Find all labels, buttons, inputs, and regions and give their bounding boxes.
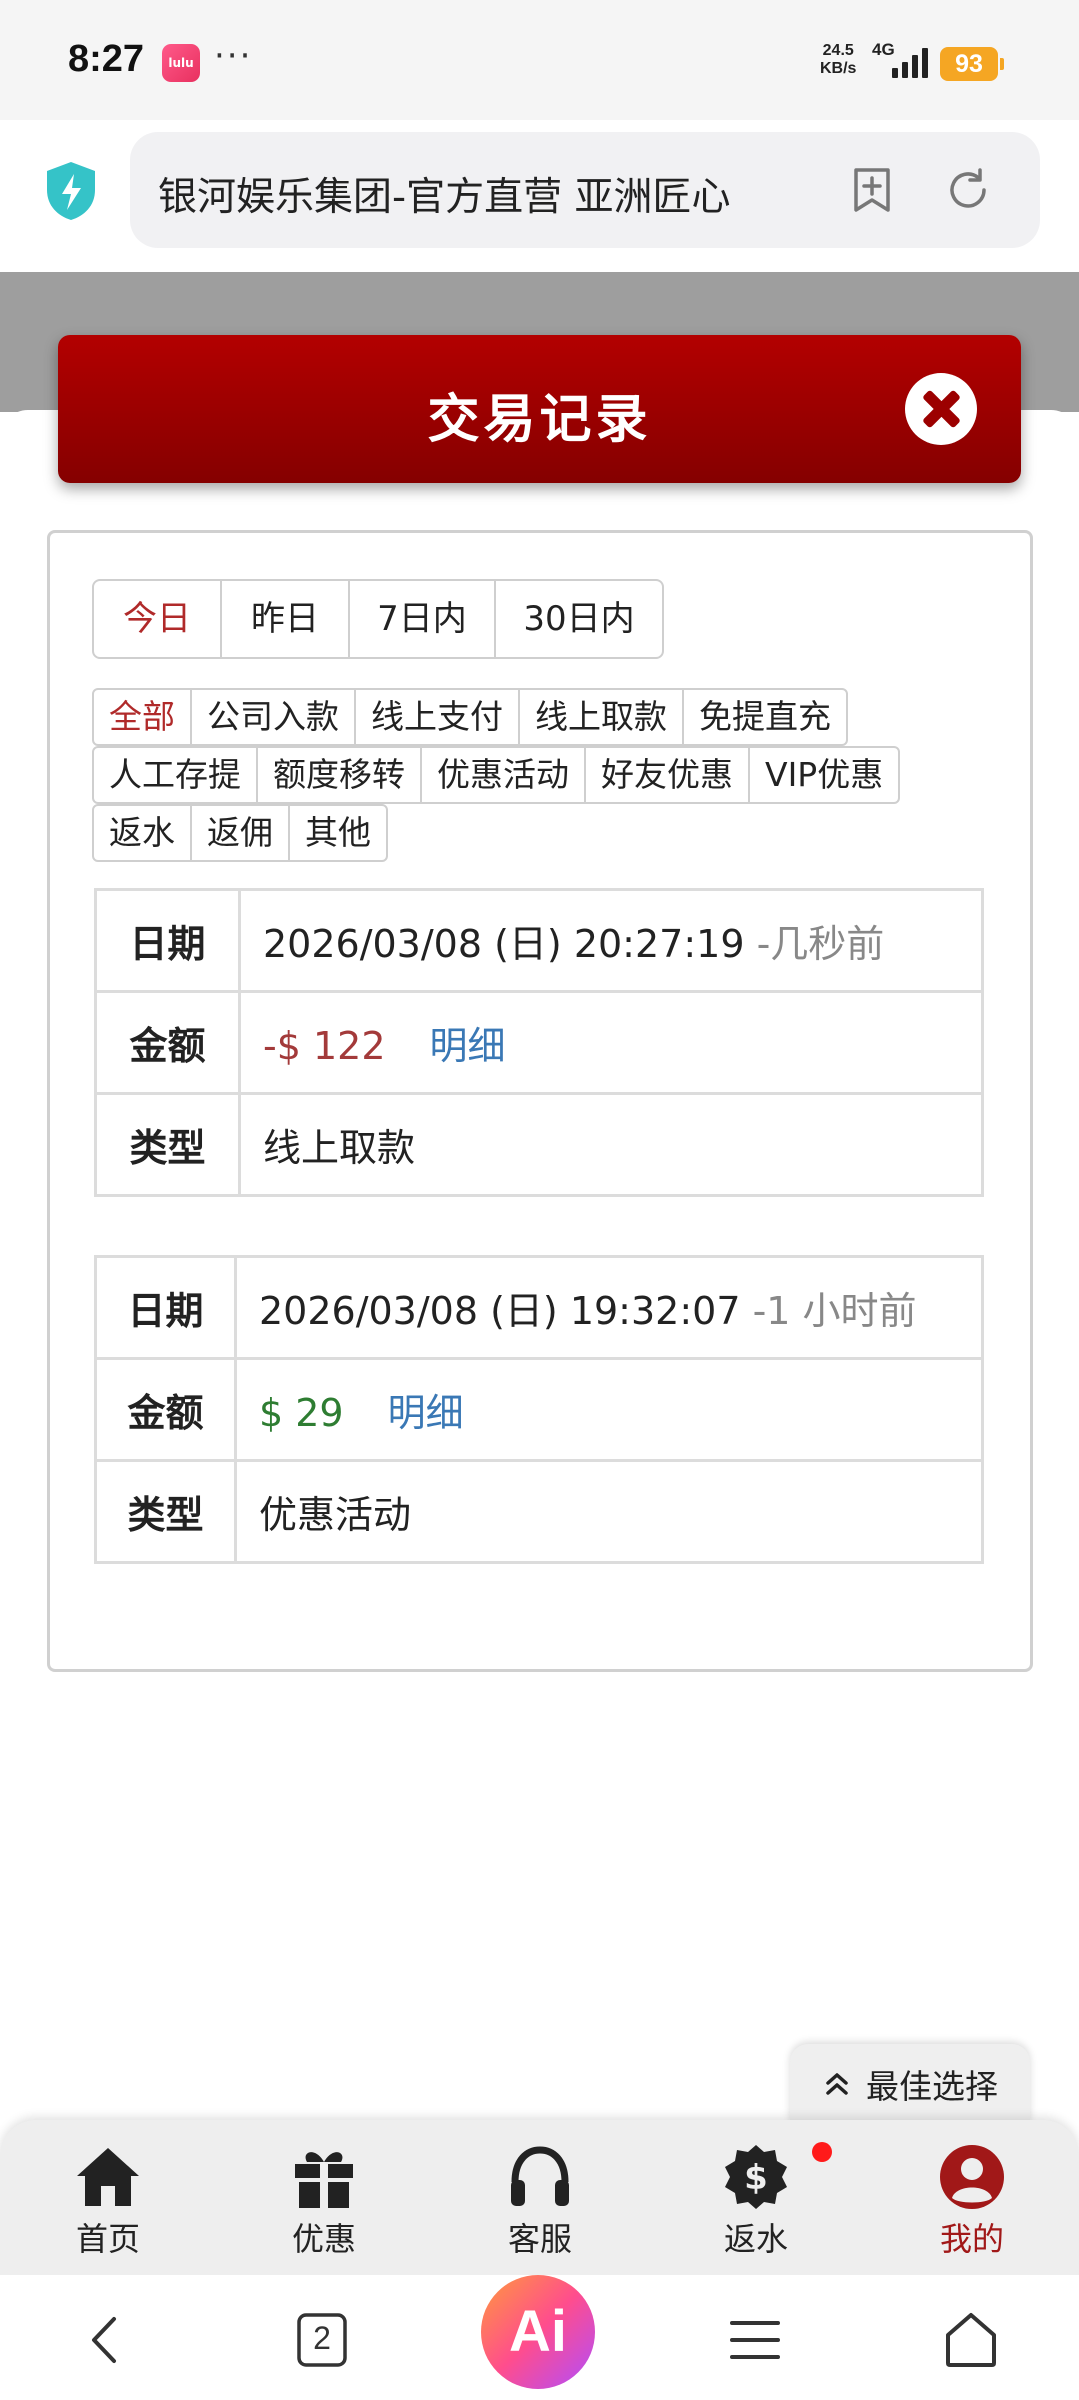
reload-icon[interactable] [944,166,992,214]
dollar-badge-icon: $ [725,2145,787,2209]
record-ago: -几秒前 [756,922,885,966]
address-bar[interactable]: 银河娱乐集团-官方直营 亚洲匠心 [130,132,1040,248]
more-notifications-icon: ··· [214,36,253,76]
menu-icon[interactable] [720,2305,790,2375]
filter-transfer[interactable]: 额度移转 [258,748,422,802]
chevron-up-double-icon [826,2073,848,2095]
tab-yesterday[interactable]: 昨日 [222,581,350,657]
filter-online-withdraw[interactable]: 线上取款 [520,690,684,744]
best-choice-button[interactable]: 最佳选择 [790,2044,1030,2124]
record-date: 2026/03/08 (日) 20:27:19 [263,922,745,966]
transaction-record: 日期 2026/03/08 (日) 19:32:07 -1 小时前 金额 $ 2… [94,1255,984,1564]
signal-icon [892,46,928,78]
record-amount: -$ 122 [263,1024,386,1068]
type-label: 类型 [94,1459,237,1564]
tabs-button[interactable]: 2 [287,2305,357,2375]
nav-promotions[interactable]: 优惠 [244,2142,404,2260]
amount-value: $ 29 明细 [234,1357,984,1462]
record-amount: $ 29 [259,1391,344,1435]
type-filter-row-1: 全部 公司入款 线上支付 线上取款 免提直充 [92,688,848,746]
nav-profile[interactable]: 我的 [892,2142,1052,2260]
type-label: 类型 [94,1092,241,1197]
filter-direct-recharge[interactable]: 免提直充 [684,690,846,744]
status-bar: 8:27 lulu ··· 24.5 KB/s 4G 93 [0,0,1079,120]
record-type-row: 类型 优惠活动 [94,1459,984,1564]
date-label: 日期 [94,888,241,993]
status-time: 8:27 [68,38,145,80]
amount-label: 金额 [94,1357,237,1462]
ai-button[interactable]: Ai [481,2275,595,2389]
nav-support[interactable]: 客服 [460,2142,620,2260]
home-icon [77,2148,139,2206]
add-bookmark-icon[interactable] [848,166,896,214]
detail-link[interactable]: 明细 [388,1391,464,1435]
filter-all[interactable]: 全部 [94,690,192,744]
dialog-header: 交易记录 [58,335,1021,483]
record-type-row: 类型 线上取款 [94,1092,984,1197]
back-icon[interactable] [72,2305,142,2375]
notification-app-icon: lulu [162,44,200,82]
amount-value: -$ 122 明细 [238,990,984,1095]
dialog-title: 交易记录 [427,390,652,450]
amount-label: 金额 [94,990,241,1095]
user-icon [940,2145,1004,2209]
nav-label: 返水 [723,2220,788,2258]
type-filter-row-2: 人工存提 额度移转 优惠活动 好友优惠 VIP优惠 [92,746,901,804]
best-choice-label: 最佳选择 [866,2067,998,2106]
nav-label: 我的 [939,2220,1004,2258]
filter-friend-bonus[interactable]: 好友优惠 [586,748,750,802]
tab-7-days[interactable]: 7日内 [350,581,496,657]
filter-vip-bonus[interactable]: VIP优惠 [750,748,898,802]
nav-label: 客服 [507,2220,572,2258]
record-amount-row: 金额 $ 29 明细 [94,1357,984,1462]
tabs-count: 2 [313,2320,331,2356]
nav-rebate[interactable]: $ 返水 [676,2142,836,2260]
record-ago: -1 小时前 [752,1289,917,1333]
filter-other[interactable]: 其他 [290,806,386,860]
transaction-record: 日期 2026/03/08 (日) 20:27:19 -几秒前 金额 -$ 12… [94,888,984,1197]
notification-dot [812,2142,832,2162]
headset-icon [511,2146,569,2206]
nav-label: 首页 [75,2220,140,2258]
shield-bolt-icon[interactable] [44,160,98,222]
network-speed-unit: KB/s [820,60,857,77]
system-nav-bar: 2 Ai [0,2275,1079,2400]
type-filter-row-3: 返水 返佣 其他 [92,804,388,862]
date-value: 2026/03/08 (日) 19:32:07 -1 小时前 [234,1255,984,1360]
date-range-tabs: 今日 昨日 7日内 30日内 [92,579,664,659]
tab-today[interactable]: 今日 [94,581,222,657]
browser-toolbar: 银河娱乐集团-官方直营 亚洲匠心 [0,120,1079,272]
network-speed-value: 24.5 [822,42,854,59]
filter-promotions[interactable]: 优惠活动 [422,748,586,802]
svg-text:$: $ [744,2158,768,2198]
battery-icon: 93 [940,47,1004,81]
filter-commission[interactable]: 返佣 [192,806,290,860]
record-amount-row: 金额 -$ 122 明细 [94,990,984,1095]
nav-label: 优惠 [291,2220,356,2258]
filter-manual[interactable]: 人工存提 [94,748,258,802]
record-date-row: 日期 2026/03/08 (日) 19:32:07 -1 小时前 [94,1255,984,1360]
nav-home[interactable]: 首页 [28,2142,188,2260]
home-outline-icon[interactable] [936,2305,1006,2375]
record-type: 线上取款 [238,1092,984,1197]
network-speed: 24.5 KB/s [820,42,856,78]
filter-rebate[interactable]: 返水 [94,806,192,860]
filter-online-payment[interactable]: 线上支付 [356,690,520,744]
bottom-nav: 首页 优惠 客服 $ 返水 我的 [0,2120,1079,2275]
record-type: 优惠活动 [234,1459,984,1564]
detail-link[interactable]: 明细 [430,1024,506,1068]
record-date: 2026/03/08 (日) 19:32:07 [259,1289,741,1333]
date-label: 日期 [94,1255,237,1360]
url-title[interactable]: 银河娱乐集团-官方直营 亚洲匠心 [158,166,758,222]
filter-company-deposit[interactable]: 公司入款 [192,690,356,744]
close-icon[interactable] [905,373,977,445]
date-value: 2026/03/08 (日) 20:27:19 -几秒前 [238,888,984,993]
record-date-row: 日期 2026/03/08 (日) 20:27:19 -几秒前 [94,888,984,993]
gift-icon [295,2152,353,2208]
tab-30-days[interactable]: 30日内 [496,581,662,657]
